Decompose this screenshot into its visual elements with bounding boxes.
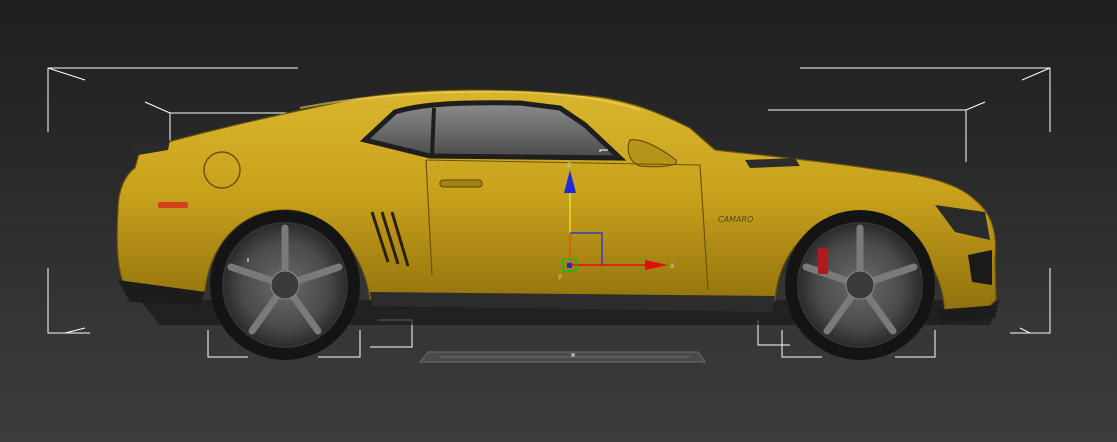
scene-canvas[interactable]: CAMARO z x y [0, 0, 1117, 442]
ground-grid [418, 351, 706, 363]
front-wheel[interactable] [785, 210, 935, 360]
side-marker-light [158, 202, 188, 208]
rear-wheel[interactable] [210, 210, 360, 360]
camaro-badge: CAMARO [718, 215, 753, 224]
gizmo-y-label: y [558, 272, 562, 280]
viewport-3d[interactable]: CAMARO z x y [0, 0, 1117, 442]
door-handle[interactable] [439, 179, 483, 188]
gizmo-z-label: z [567, 160, 571, 169]
gizmo-x-label: x [670, 261, 675, 270]
brake-caliper [818, 248, 828, 274]
